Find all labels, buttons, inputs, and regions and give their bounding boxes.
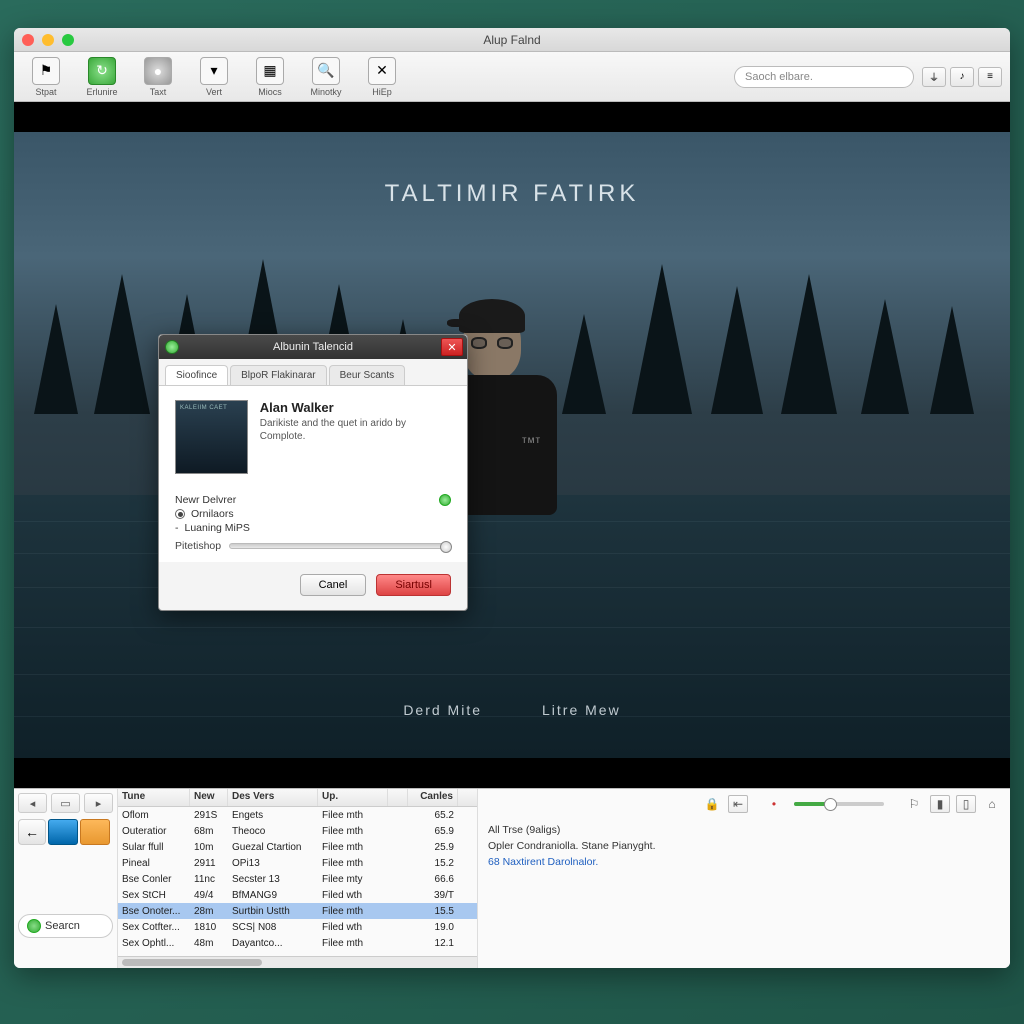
track-table: Tune New Des Vers Up. Canles Oflom291SEn… <box>118 789 478 968</box>
table-row[interactable]: Bse Conler11ncSecster 13Filee mty66.6 <box>118 871 477 887</box>
col-new[interactable]: New <box>190 789 228 806</box>
flag-icon: ⚑ <box>32 57 60 85</box>
volume-slider[interactable] <box>794 802 884 806</box>
view-icon-1[interactable]: ▮ <box>930 795 950 813</box>
mic-icon[interactable]: ⏚ <box>922 67 946 87</box>
status-dot-icon <box>439 494 451 506</box>
view-icon-2[interactable]: ▯ <box>956 795 976 813</box>
home-icon[interactable]: ⌂ <box>982 795 1002 813</box>
dialog-slider[interactable] <box>229 543 451 549</box>
col-tune[interactable]: Tune <box>118 789 190 806</box>
dialog-artist: Alan Walker <box>260 400 451 415</box>
col-desvers[interactable]: Des Vers <box>228 789 318 806</box>
dialog-tab-1[interactable]: BlpoR Flakinarar <box>230 365 326 385</box>
titlebar: Alup Falnd <box>14 28 1010 52</box>
right-pane: 🔒 ⇤ • ⚐ ▮ ▯ ⌂ All Trse (9aligs) Opler Co… <box>478 789 1010 968</box>
forward-icon[interactable]: ▸ <box>84 793 113 813</box>
toolbar-btn-4[interactable]: ▦Miocs <box>246 57 294 97</box>
bottom-pane: ◂ ▭ ▸ ← Searcn Tune New Des Vers Up. Can… <box>14 788 1010 968</box>
dialog-close-button[interactable]: ✕ <box>441 338 463 356</box>
search-icon: 🔍 <box>312 57 340 85</box>
dialog-option-heading: Newr Delvrer <box>175 494 451 506</box>
page-icon[interactable]: ▭ <box>51 793 80 813</box>
collapse-icon[interactable]: ⇤ <box>728 795 748 813</box>
info-link[interactable]: 68 Naxtirent Darolnalor. <box>488 855 1000 871</box>
album-dialog: Albunin Talencid ✕ Sioofince BlpoR Flaki… <box>158 334 468 611</box>
col-canles[interactable]: Canles <box>408 789 458 806</box>
grid-icon: ▦ <box>256 57 284 85</box>
dialog-radio-option[interactable]: Ornilaors <box>175 508 451 520</box>
dialog-list-item[interactable]: -Luaning MiPS <box>175 522 451 534</box>
table-row[interactable]: Pineal2911OPi13Filee mth15.2 <box>118 855 477 871</box>
dialog-titlebar: Albunin Talencid ✕ <box>159 335 467 359</box>
sidebar-search-button[interactable]: Searcn <box>18 914 113 938</box>
slider-label: Pitetishop <box>175 540 221 552</box>
nav-back-button[interactable]: ← <box>18 819 46 845</box>
disk-icon[interactable] <box>48 819 78 845</box>
flag-icon-2[interactable]: ⚐ <box>904 795 924 813</box>
cancel-button[interactable]: Canel <box>300 574 367 596</box>
col-up[interactable]: Up. <box>318 789 388 806</box>
toolbar-btn-0[interactable]: ⚑Stpat <box>22 57 70 97</box>
toolbar-btn-5[interactable]: 🔍Minotky <box>302 57 350 97</box>
table-row[interactable]: Bse Onoter...28mSurtbin UstthFilee mth15… <box>118 903 477 919</box>
slider-red-icon: • <box>764 795 784 813</box>
horizontal-scrollbar[interactable] <box>118 956 477 968</box>
dialog-body: KALEIIM CAET Alan Walker Darikiste and t… <box>159 386 467 562</box>
window-title: Alup Falnd <box>14 33 1010 47</box>
toolbar: ⚑Stpat ↻Erlunire ●Taxt ▾Vert ▦Miocs 🔍Min… <box>14 52 1010 102</box>
submit-button[interactable]: Siartusl <box>376 574 451 596</box>
table-row[interactable]: Outeratior68mTheocoFilee mth65.9 <box>118 823 477 839</box>
toolbar-btn-3[interactable]: ▾Vert <box>190 57 238 97</box>
globe-icon: ● <box>144 57 172 85</box>
dialog-thumbnail: KALEIIM CAET <box>175 400 248 474</box>
table-row[interactable]: Sular ffull10mGuezal CtartionFilee mth25… <box>118 839 477 855</box>
refresh-icon: ↻ <box>88 57 116 85</box>
table-row[interactable]: Oflom291SEngetsFilee mth65.2 <box>118 807 477 823</box>
folder-icon[interactable] <box>80 819 110 845</box>
clear-icon: ✕ <box>368 57 396 85</box>
dialog-description: Darikiste and the quet in arido by Compl… <box>260 417 451 443</box>
col-flag[interactable] <box>388 789 408 806</box>
toolbar-btn-6[interactable]: ✕HiEp <box>358 57 406 97</box>
equalizer-icon[interactable]: ≡ <box>978 67 1002 87</box>
table-body: Oflom291SEngetsFilee mth65.2Outeratior68… <box>118 807 477 956</box>
table-row[interactable]: Sex Ophtl...48mDayantco...Filee mth12.1 <box>118 935 477 951</box>
lock-icon[interactable]: 🔒 <box>702 795 722 813</box>
dialog-tabs: Sioofince BlpoR Flakinarar Beur Scants <box>159 359 467 386</box>
info-text: All Trse (9aligs) Opler Condraniolla. St… <box>478 819 1010 874</box>
table-row[interactable]: Sex StCH49/4BfMANG9Filed wth39/T <box>118 887 477 903</box>
dialog-tab-0[interactable]: Sioofince <box>165 365 228 385</box>
sort-icon: ▾ <box>200 57 228 85</box>
dialog-tab-2[interactable]: Beur Scants <box>329 365 405 385</box>
bottom-sidebar: ◂ ▭ ▸ ← Searcn <box>14 789 118 968</box>
artwork-title: TALTIMIR FATIRK <box>14 180 1010 208</box>
toolbar-btn-2[interactable]: ●Taxt <box>134 57 182 97</box>
volume-icon[interactable]: ♪ <box>950 67 974 87</box>
toolbar-btn-1[interactable]: ↻Erlunire <box>78 57 126 97</box>
back-icon[interactable]: ◂ <box>18 793 47 813</box>
table-header: Tune New Des Vers Up. Canles <box>118 789 477 807</box>
right-tools: 🔒 ⇤ • ⚐ ▮ ▯ ⌂ <box>478 789 1010 819</box>
table-row[interactable]: Sex Cotfter...1810SCS| N08Filed wth19.0 <box>118 919 477 935</box>
radio-icon <box>175 509 185 519</box>
artwork-subtitle: Derd Mite Litre Mew <box>14 702 1010 718</box>
search-input[interactable]: Saoch elbare. <box>734 66 914 88</box>
